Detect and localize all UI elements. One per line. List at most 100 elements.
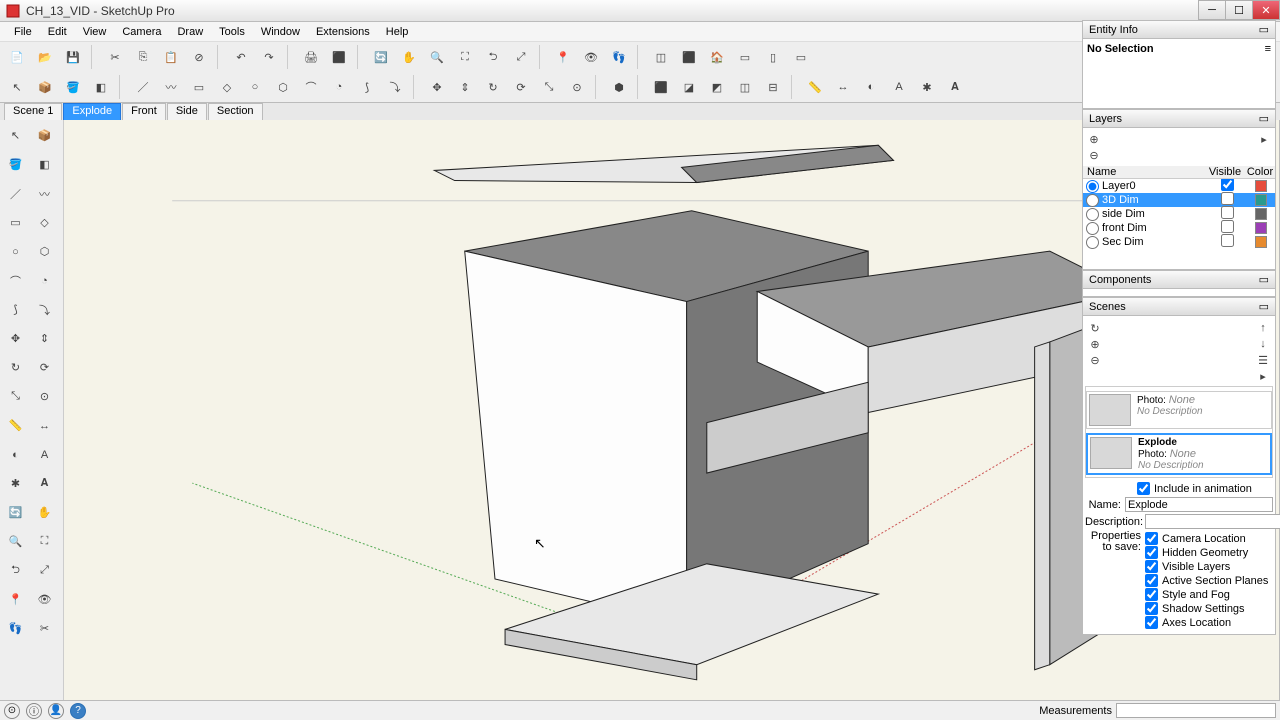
scene-prop-checkbox[interactable] [1145,616,1158,629]
rect-tool-icon[interactable]: ▭ [2,209,29,236]
credits-icon[interactable]: ⓘ [26,703,42,719]
panel-toggle-icon[interactable]: ▭ [1259,112,1269,125]
close-button[interactable]: ✕ [1252,0,1280,20]
tab-front[interactable]: Front [122,103,166,120]
protractor-icon[interactable]: ◐ [858,74,884,100]
menu-file[interactable]: File [6,24,40,40]
save-icon[interactable]: 💾 [60,44,86,70]
position-tool-icon[interactable]: 📍 [2,586,29,613]
layers-header[interactable]: Layers ▭ [1082,109,1276,128]
tape-tool-icon[interactable]: 📏 [2,412,29,439]
scene-prop-checkbox[interactable] [1145,560,1158,573]
layer-radio[interactable] [1086,194,1099,207]
zoom-icon[interactable]: 🔍 [424,44,450,70]
layer-row[interactable]: front Dim [1083,221,1275,235]
add-layer-icon[interactable]: ⊕ [1086,131,1102,147]
circle-tool-icon[interactable]: ○ [2,238,29,265]
layer-visible-checkbox[interactable] [1221,234,1234,247]
zoom-extents-icon[interactable]: ⤢ [508,44,534,70]
add-scene-icon[interactable]: ⊕ [1087,336,1103,352]
undo-icon[interactable]: ↶ [228,44,254,70]
layers-col-visible[interactable]: Visible [1205,166,1245,178]
zoom-tool-icon[interactable]: 🔍 [2,528,29,555]
menu-window[interactable]: Window [253,24,308,40]
tab-side[interactable]: Side [167,103,207,120]
open-icon[interactable]: 📂 [32,44,58,70]
polygon-tool-icon[interactable]: ⬡ [31,238,58,265]
paint-tool-icon[interactable]: 🪣 [2,151,29,178]
layer-radio[interactable] [1086,208,1099,221]
walk-icon[interactable]: 👣 [606,44,632,70]
followme-icon[interactable]: ⟳ [508,74,534,100]
component-icon[interactable]: 📦 [32,74,58,100]
zoom-window-icon[interactable]: ⛶ [452,44,478,70]
layer-radio[interactable] [1086,180,1099,193]
minimize-button[interactable]: ─ [1198,0,1226,20]
panel-toggle-icon[interactable]: ▭ [1259,300,1269,313]
followme-tool-icon[interactable]: ⟳ [31,354,58,381]
orbit-tool-icon[interactable]: 🔄 [2,499,29,526]
model-icon[interactable]: ⬛ [326,44,352,70]
scene-prop-checkbox[interactable] [1145,574,1158,587]
cut-icon[interactable]: ✂ [102,44,128,70]
scene-prop-checkbox[interactable] [1145,588,1158,601]
prev-tool-icon[interactable]: ⮌ [2,557,29,584]
layer-visible-checkbox[interactable] [1221,206,1234,219]
left-icon[interactable]: ▭ [788,44,814,70]
extents-tool-icon[interactable]: ⤢ [31,557,58,584]
scene-prop-checkbox[interactable] [1145,546,1158,559]
maximize-button[interactable]: ☐ [1225,0,1253,20]
select-tool-icon[interactable]: ↖ [2,122,29,149]
components-header[interactable]: Components ▭ [1082,270,1276,289]
pan-tool-icon[interactable]: ✋ [31,499,58,526]
menu-draw[interactable]: Draw [169,24,211,40]
pushpull-icon[interactable]: ⇕ [452,74,478,100]
measurements-input[interactable] [1116,703,1276,718]
zoom-prev-icon[interactable]: ⮌ [480,44,506,70]
remove-layer-icon[interactable]: ⊖ [1086,147,1102,163]
scene-item[interactable]: Explode Photo: None No Description [1086,433,1272,475]
rotate-tool-icon[interactable]: ↻ [2,354,29,381]
panel-toggle-icon[interactable]: ▭ [1259,273,1269,286]
layer-visible-checkbox[interactable] [1221,220,1234,233]
back-icon[interactable]: ▯ [760,44,786,70]
layer-visible-checkbox[interactable] [1221,192,1234,205]
solid-subtract-icon[interactable]: ◩ [704,74,730,100]
3dtext-icon[interactable]: 𝐀 [942,74,968,100]
dimension-tool-icon[interactable]: ↔ [31,412,58,439]
line-icon[interactable]: ／ [130,74,156,100]
solid-intersect-icon[interactable]: ◪ [676,74,702,100]
freehand-icon[interactable]: 〰 [158,74,184,100]
polygon-icon[interactable]: ⬡ [270,74,296,100]
select-icon[interactable]: ↖ [4,74,30,100]
zoomwin-tool-icon[interactable]: ⛶ [31,528,58,555]
new-icon[interactable]: 📄 [4,44,30,70]
freehand-tool-icon[interactable]: 〰 [31,180,58,207]
scene-item[interactable]: Photo: None No Description [1086,391,1272,429]
layer-details-icon[interactable]: ▸ [1256,131,1272,147]
solid-union-icon[interactable]: ⬛ [648,74,674,100]
pie-tool-icon[interactable]: ◔ [31,267,58,294]
arc2-tool-icon[interactable]: ⟆ [2,296,29,323]
paint-icon[interactable]: 🪣 [60,74,86,100]
look-around-icon[interactable]: 👁 [578,44,604,70]
layer-row[interactable]: 3D Dim [1083,193,1275,207]
layer-color-swatch[interactable] [1255,194,1267,206]
menu-view[interactable]: View [75,24,115,40]
front-icon[interactable]: 🏠 [704,44,730,70]
copy-icon[interactable]: ⎘ [130,44,156,70]
layer-row[interactable]: Layer0 [1083,179,1275,193]
menu-camera[interactable]: Camera [114,24,169,40]
eraser-tool-icon[interactable]: ◧ [31,151,58,178]
arc-icon[interactable]: ⌒ [298,74,324,100]
pie-icon[interactable]: ◔ [326,74,352,100]
scale-icon[interactable]: ⤡ [536,74,562,100]
layer-color-swatch[interactable] [1255,208,1267,220]
print-icon[interactable]: 🖨 [298,44,324,70]
make-component-icon[interactable]: 📦 [31,122,58,149]
layers-col-color[interactable]: Color [1245,166,1275,178]
layer-row[interactable]: side Dim [1083,207,1275,221]
arc-tool-icon[interactable]: ⌒ [2,267,29,294]
rotated-rect-icon[interactable]: ◇ [214,74,240,100]
move-tool-icon[interactable]: ✥ [2,325,29,352]
